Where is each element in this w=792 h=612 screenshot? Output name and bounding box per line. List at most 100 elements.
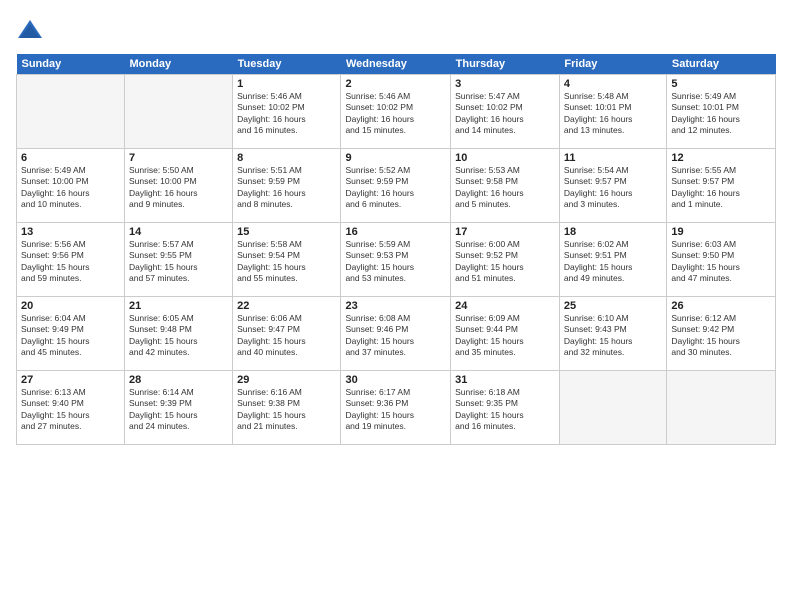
day-number: 2 [345,78,446,90]
day-cell [125,75,233,149]
day-cell: 5Sunrise: 5:49 AM Sunset: 10:01 PM Dayli… [667,75,776,149]
day-number: 15 [237,226,336,238]
day-number: 1 [237,78,336,90]
week-row-4: 20Sunrise: 6:04 AM Sunset: 9:49 PM Dayli… [17,297,776,371]
day-cell: 19Sunrise: 6:03 AM Sunset: 9:50 PM Dayli… [667,223,776,297]
day-cell: 14Sunrise: 5:57 AM Sunset: 9:55 PM Dayli… [125,223,233,297]
day-info: Sunrise: 5:50 AM Sunset: 10:00 PM Daylig… [129,165,228,211]
day-cell: 16Sunrise: 5:59 AM Sunset: 9:53 PM Dayli… [341,223,451,297]
day-info: Sunrise: 6:00 AM Sunset: 9:52 PM Dayligh… [455,239,555,285]
day-number: 17 [455,226,555,238]
logo-icon [16,16,44,44]
day-info: Sunrise: 5:56 AM Sunset: 9:56 PM Dayligh… [21,239,120,285]
day-cell: 23Sunrise: 6:08 AM Sunset: 9:46 PM Dayli… [341,297,451,371]
day-cell: 2Sunrise: 5:46 AM Sunset: 10:02 PM Dayli… [341,75,451,149]
day-cell: 6Sunrise: 5:49 AM Sunset: 10:00 PM Dayli… [17,149,125,223]
day-number: 23 [345,300,446,312]
day-number: 22 [237,300,336,312]
day-cell: 21Sunrise: 6:05 AM Sunset: 9:48 PM Dayli… [125,297,233,371]
day-cell: 12Sunrise: 5:55 AM Sunset: 9:57 PM Dayli… [667,149,776,223]
day-cell: 11Sunrise: 5:54 AM Sunset: 9:57 PM Dayli… [559,149,666,223]
day-info: Sunrise: 5:58 AM Sunset: 9:54 PM Dayligh… [237,239,336,285]
day-info: Sunrise: 5:59 AM Sunset: 9:53 PM Dayligh… [345,239,446,285]
day-number: 25 [564,300,662,312]
day-info: Sunrise: 5:47 AM Sunset: 10:02 PM Daylig… [455,91,555,137]
day-info: Sunrise: 5:55 AM Sunset: 9:57 PM Dayligh… [671,165,771,211]
day-info: Sunrise: 5:53 AM Sunset: 9:58 PM Dayligh… [455,165,555,211]
week-row-2: 6Sunrise: 5:49 AM Sunset: 10:00 PM Dayli… [17,149,776,223]
day-cell: 27Sunrise: 6:13 AM Sunset: 9:40 PM Dayli… [17,371,125,445]
weekday-header-friday: Friday [559,54,666,75]
day-info: Sunrise: 6:09 AM Sunset: 9:44 PM Dayligh… [455,313,555,359]
day-info: Sunrise: 6:03 AM Sunset: 9:50 PM Dayligh… [671,239,771,285]
weekday-header-sunday: Sunday [17,54,125,75]
calendar-table: SundayMondayTuesdayWednesdayThursdayFrid… [16,54,776,445]
day-number: 6 [21,152,120,164]
day-info: Sunrise: 6:05 AM Sunset: 9:48 PM Dayligh… [129,313,228,359]
day-info: Sunrise: 5:46 AM Sunset: 10:02 PM Daylig… [237,91,336,137]
day-number: 24 [455,300,555,312]
day-cell: 25Sunrise: 6:10 AM Sunset: 9:43 PM Dayli… [559,297,666,371]
day-number: 11 [564,152,662,164]
day-cell: 30Sunrise: 6:17 AM Sunset: 9:36 PM Dayli… [341,371,451,445]
day-number: 4 [564,78,662,90]
day-cell: 1Sunrise: 5:46 AM Sunset: 10:02 PM Dayli… [233,75,341,149]
day-number: 18 [564,226,662,238]
day-cell: 31Sunrise: 6:18 AM Sunset: 9:35 PM Dayli… [451,371,560,445]
day-cell: 28Sunrise: 6:14 AM Sunset: 9:39 PM Dayli… [125,371,233,445]
day-cell: 9Sunrise: 5:52 AM Sunset: 9:59 PM Daylig… [341,149,451,223]
day-number: 14 [129,226,228,238]
day-number: 5 [671,78,771,90]
day-number: 9 [345,152,446,164]
day-number: 19 [671,226,771,238]
week-row-3: 13Sunrise: 5:56 AM Sunset: 9:56 PM Dayli… [17,223,776,297]
day-number: 13 [21,226,120,238]
day-cell: 24Sunrise: 6:09 AM Sunset: 9:44 PM Dayli… [451,297,560,371]
day-info: Sunrise: 6:14 AM Sunset: 9:39 PM Dayligh… [129,387,228,433]
logo [16,16,46,44]
day-info: Sunrise: 6:18 AM Sunset: 9:35 PM Dayligh… [455,387,555,433]
day-info: Sunrise: 6:10 AM Sunset: 9:43 PM Dayligh… [564,313,662,359]
day-cell [17,75,125,149]
day-number: 10 [455,152,555,164]
day-number: 3 [455,78,555,90]
day-number: 8 [237,152,336,164]
day-cell: 17Sunrise: 6:00 AM Sunset: 9:52 PM Dayli… [451,223,560,297]
day-cell: 13Sunrise: 5:56 AM Sunset: 9:56 PM Dayli… [17,223,125,297]
day-info: Sunrise: 6:16 AM Sunset: 9:38 PM Dayligh… [237,387,336,433]
day-cell [559,371,666,445]
day-number: 20 [21,300,120,312]
day-info: Sunrise: 6:12 AM Sunset: 9:42 PM Dayligh… [671,313,771,359]
page: SundayMondayTuesdayWednesdayThursdayFrid… [0,0,792,612]
weekday-header-saturday: Saturday [667,54,776,75]
day-number: 12 [671,152,771,164]
weekday-header-wednesday: Wednesday [341,54,451,75]
day-cell: 4Sunrise: 5:48 AM Sunset: 10:01 PM Dayli… [559,75,666,149]
weekday-header-row: SundayMondayTuesdayWednesdayThursdayFrid… [17,54,776,75]
day-cell: 29Sunrise: 6:16 AM Sunset: 9:38 PM Dayli… [233,371,341,445]
day-number: 7 [129,152,228,164]
day-cell: 22Sunrise: 6:06 AM Sunset: 9:47 PM Dayli… [233,297,341,371]
day-cell: 20Sunrise: 6:04 AM Sunset: 9:49 PM Dayli… [17,297,125,371]
weekday-header-monday: Monday [125,54,233,75]
weekday-header-tuesday: Tuesday [233,54,341,75]
day-number: 21 [129,300,228,312]
day-number: 31 [455,374,555,386]
day-info: Sunrise: 6:02 AM Sunset: 9:51 PM Dayligh… [564,239,662,285]
week-row-5: 27Sunrise: 6:13 AM Sunset: 9:40 PM Dayli… [17,371,776,445]
header [16,16,776,44]
day-info: Sunrise: 5:51 AM Sunset: 9:59 PM Dayligh… [237,165,336,211]
day-info: Sunrise: 5:46 AM Sunset: 10:02 PM Daylig… [345,91,446,137]
day-info: Sunrise: 6:04 AM Sunset: 9:49 PM Dayligh… [21,313,120,359]
day-cell: 8Sunrise: 5:51 AM Sunset: 9:59 PM Daylig… [233,149,341,223]
day-info: Sunrise: 6:06 AM Sunset: 9:47 PM Dayligh… [237,313,336,359]
day-info: Sunrise: 6:17 AM Sunset: 9:36 PM Dayligh… [345,387,446,433]
day-cell [667,371,776,445]
week-row-1: 1Sunrise: 5:46 AM Sunset: 10:02 PM Dayli… [17,75,776,149]
day-cell: 3Sunrise: 5:47 AM Sunset: 10:02 PM Dayli… [451,75,560,149]
day-info: Sunrise: 5:57 AM Sunset: 9:55 PM Dayligh… [129,239,228,285]
day-number: 30 [345,374,446,386]
day-info: Sunrise: 5:49 AM Sunset: 10:01 PM Daylig… [671,91,771,137]
day-info: Sunrise: 5:49 AM Sunset: 10:00 PM Daylig… [21,165,120,211]
day-cell: 18Sunrise: 6:02 AM Sunset: 9:51 PM Dayli… [559,223,666,297]
